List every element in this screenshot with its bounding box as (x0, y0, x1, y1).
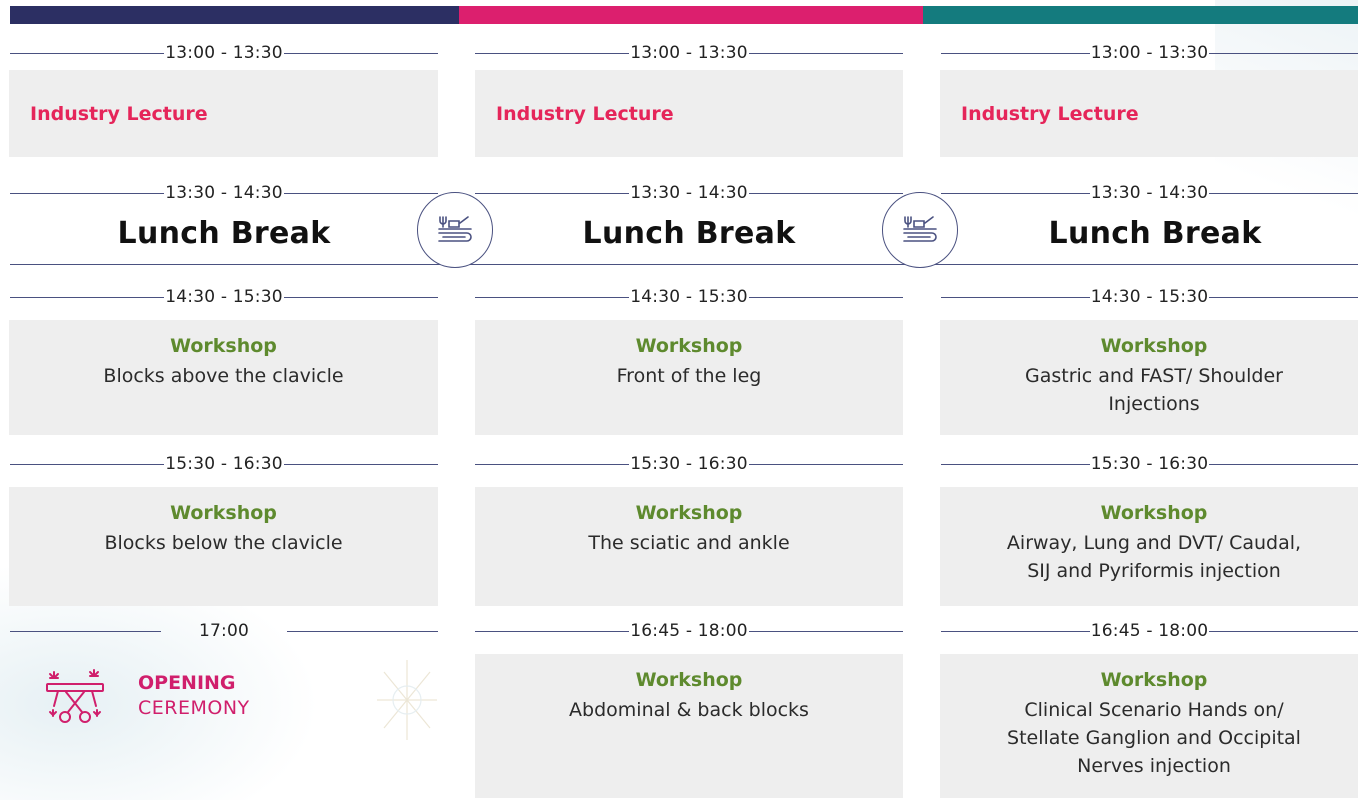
opening-subtitle: CEREMONY (138, 697, 250, 719)
workshop-card: Workshop Abdominal & back blocks (475, 654, 903, 798)
time-label: 15:30 - 16:30 (165, 454, 283, 474)
time-label: 15:30 - 16:30 (1090, 454, 1209, 474)
workshop-description: Blocks below the clavicle (104, 532, 343, 554)
session-card: Industry Lecture (9, 70, 438, 157)
time-label: 13:00 - 13:30 (165, 43, 283, 63)
workshop-description: Blocks above the clavicle (103, 365, 344, 387)
day2-color-bar (459, 6, 923, 24)
industry-lecture-title: Industry Lecture (961, 102, 1139, 125)
time-row: 15:30 - 16:30 (941, 448, 1358, 480)
background-star-decoration (377, 660, 437, 740)
workshop-description: Airway, Lung and DVT/ Caudal, SIJ and Py… (940, 529, 1358, 585)
workshop-description: Gastric and FAST/ Shoulder Injections (940, 362, 1358, 418)
workshop-card: Workshop Clinical Scenario Hands on/ Ste… (940, 654, 1358, 798)
description-line: Gastric and FAST/ Shoulder (1025, 365, 1283, 387)
time-row: 13:00 - 13:30 (475, 37, 903, 69)
ribbon-cutting-scissors-icon (46, 669, 104, 723)
session-card: Industry Lecture (940, 70, 1358, 157)
food-tray-glyph (903, 216, 937, 242)
time-label: 13:00 - 13:30 (630, 43, 748, 63)
time-row: 17:00 (10, 615, 438, 647)
workshop-title: Workshop (635, 669, 743, 691)
workshop-title: Workshop (170, 335, 277, 357)
workshop-card: Workshop Gastric and FAST/ Shoulder Inje… (940, 320, 1358, 435)
time-row: 14:30 - 15:30 (941, 281, 1358, 313)
day3-color-bar (923, 6, 1358, 24)
time-row: 13:30 - 14:30 (10, 177, 438, 209)
time-label: 14:30 - 15:30 (630, 287, 748, 307)
time-label: 13:30 - 14:30 (165, 183, 283, 203)
time-label: 14:30 - 15:30 (1090, 287, 1209, 307)
lunch-divider (10, 264, 1358, 265)
workshop-description: Front of the leg (616, 365, 762, 387)
time-row: 13:30 - 14:30 (475, 177, 903, 209)
workshop-card: Workshop Front of the leg (475, 320, 903, 435)
description-line: Nerves injection (1077, 755, 1231, 777)
time-label: 17:00 (199, 621, 249, 641)
workshop-description: Clinical Scenario Hands on/ Stellate Gan… (940, 696, 1358, 780)
time-label: 13:30 - 14:30 (630, 183, 748, 203)
workshop-card: Workshop Airway, Lung and DVT/ Caudal, S… (940, 487, 1358, 606)
time-label: 13:00 - 13:30 (1090, 43, 1209, 63)
workshop-title: Workshop (1100, 502, 1208, 524)
workshop-title: Workshop (635, 335, 743, 357)
time-label: 16:45 - 18:00 (630, 621, 748, 641)
time-label: 15:30 - 16:30 (630, 454, 748, 474)
time-row: 16:45 - 18:00 (475, 615, 903, 647)
opening-ceremony: OPENING CEREMONY (138, 671, 250, 721)
lunch-break-title: Lunch Break (117, 216, 331, 251)
time-row: 15:30 - 16:30 (475, 448, 903, 480)
time-row: 14:30 - 15:30 (10, 281, 438, 313)
time-label: 16:45 - 18:00 (1090, 621, 1209, 641)
workshop-description: The sciatic and ankle (588, 532, 790, 554)
day1-color-bar (10, 6, 459, 24)
description-line: Injections (1108, 393, 1200, 415)
workshop-description: Abdominal & back blocks (569, 699, 809, 721)
description-line: Airway, Lung and DVT/ Caudal, (1006, 532, 1302, 554)
workshop-title: Workshop (1100, 335, 1208, 357)
time-row: 13:00 - 13:30 (941, 37, 1358, 69)
time-row: 13:30 - 14:30 (941, 177, 1358, 209)
time-row: 16:45 - 18:00 (941, 615, 1358, 647)
workshop-title: Workshop (635, 502, 743, 524)
time-row: 14:30 - 15:30 (475, 281, 903, 313)
industry-lecture-title: Industry Lecture (496, 102, 674, 125)
opening-title: OPENING (138, 672, 236, 694)
workshop-title: Workshop (1100, 669, 1208, 691)
time-label: 14:30 - 15:30 (165, 287, 283, 307)
time-row: 15:30 - 16:30 (10, 448, 438, 480)
description-line: Stellate Ganglion and Occipital (1007, 727, 1301, 749)
description-line: SIJ and Pyriformis injection (1027, 560, 1281, 582)
workshop-card: Workshop Blocks above the clavicle (9, 320, 438, 435)
workshop-title: Workshop (170, 502, 277, 524)
description-line: Clinical Scenario Hands on/ (1024, 699, 1284, 721)
session-card: Industry Lecture (475, 70, 903, 157)
lunch-break-title: Lunch Break (582, 216, 796, 251)
time-row: 13:00 - 13:30 (10, 37, 438, 69)
industry-lecture-title: Industry Lecture (30, 102, 208, 125)
time-label: 13:30 - 14:30 (1090, 183, 1209, 203)
workshop-card: Workshop The sciatic and ankle (475, 487, 903, 606)
food-tray-glyph (438, 216, 472, 242)
workshop-card: Workshop Blocks below the clavicle (9, 487, 438, 606)
lunch-break-title: Lunch Break (1048, 216, 1262, 251)
